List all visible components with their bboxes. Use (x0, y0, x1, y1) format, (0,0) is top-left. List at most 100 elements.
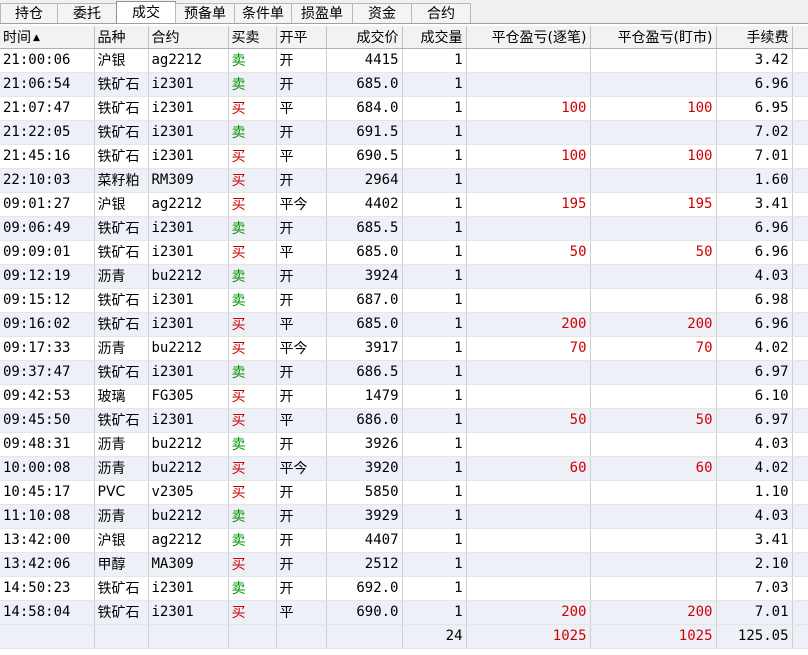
cell-qty: 1 (402, 168, 467, 193)
cell-time: 21:07:47 (0, 96, 95, 121)
cell-contract: i2301 (148, 312, 229, 337)
col-header-open-close[interactable]: 开平 (276, 26, 327, 49)
table-row[interactable]: 09:06:49 铁矿石 i2301 卖开 685.5 1 6.96 (0, 216, 808, 241)
table-row[interactable]: 21:00:06 沪银 ag2212 卖开 4415 1 3.42 (0, 48, 808, 73)
table-row[interactable]: 10:45:17 PVC v2305 买开 5850 1 1.10 (0, 480, 808, 505)
table-row[interactable]: 11:10:08 沥青 bu2212 卖开 3929 1 4.03 (0, 504, 808, 529)
col-header-time[interactable]: 时间 ▲ (0, 26, 95, 49)
cell-pnl-mtm: 60 (590, 456, 717, 481)
table-row[interactable]: 09:16:02 铁矿石 i2301 买平 685.0 1 200 200 6.96 (0, 312, 808, 337)
table-row[interactable]: 21:45:16 铁矿石 i2301 买平 690.5 1 100 100 7.01 (0, 144, 808, 169)
table-row[interactable]: 09:42:53 玻璃 FG305 买开 1479 1 6.10 (0, 384, 808, 409)
cell-side: 买 (228, 552, 277, 577)
cell-spacer (792, 288, 808, 313)
tab-3[interactable]: 预备单 (175, 3, 235, 23)
table-row[interactable]: 09:37:47 铁矿石 i2301 卖开 686.5 1 6.97 (0, 360, 808, 385)
cell-open-close: 平 (276, 240, 327, 265)
cell-qty: 1 (402, 96, 467, 121)
cell-side: 卖 (228, 120, 277, 145)
cell-time: 09:16:02 (0, 312, 95, 337)
cell-contract: bu2212 (148, 336, 229, 361)
cell-pnl-trade (466, 48, 591, 73)
col-header-qty[interactable]: 成交量 (402, 26, 467, 49)
cell-fee: 6.96 (716, 216, 793, 241)
table-row[interactable]: 09:15:12 铁矿石 i2301 卖开 687.0 1 6.98 (0, 288, 808, 313)
cell-spacer (792, 336, 808, 361)
table-row[interactable]: 09:45:50 铁矿石 i2301 买平 686.0 1 50 50 6.97 (0, 408, 808, 433)
table-row[interactable]: 10:00:08 沥青 bu2212 买平今 3920 1 60 60 4.02 (0, 456, 808, 481)
table-row[interactable]: 21:06:54 铁矿石 i2301 卖开 685.0 1 6.96 (0, 72, 808, 97)
cell-price: 686.0 (326, 408, 403, 433)
cell-price: 1479 (326, 384, 403, 409)
table-row[interactable]: 21:22:05 铁矿石 i2301 卖开 691.5 1 7.02 (0, 120, 808, 145)
cell-variety: 沥青 (94, 336, 149, 361)
tab-0[interactable]: 持仓 (0, 3, 58, 23)
cell-pnl-trade: 100 (466, 96, 591, 121)
table-row[interactable]: 09:12:19 沥青 bu2212 卖开 3924 1 4.03 (0, 264, 808, 289)
table-row[interactable]: 09:09:01 铁矿石 i2301 买平 685.0 1 50 50 6.96 (0, 240, 808, 265)
cell-variety: 铁矿石 (94, 408, 149, 433)
tab-1[interactable]: 委托 (57, 3, 117, 23)
cell-fee: 7.01 (716, 600, 793, 625)
cell-pnl-mtm: 100 (590, 96, 717, 121)
cell-contract: ag2212 (148, 528, 229, 553)
table-row[interactable]: 21:07:47 铁矿石 i2301 买平 684.0 1 100 100 6.95 (0, 96, 808, 121)
table-row[interactable]: 14:58:04 铁矿石 i2301 买平 690.0 1 200 200 7.01 (0, 600, 808, 625)
cell-contract: bu2212 (148, 504, 229, 529)
cell-time: 09:06:49 (0, 216, 95, 241)
cell-pnl-trade (466, 528, 591, 553)
col-header-pnl-mtm[interactable]: 平仓盈亏(盯市) (590, 26, 717, 49)
cell-price: 2512 (326, 552, 403, 577)
cell-fee: 7.02 (716, 120, 793, 145)
cell-side: 卖 (228, 528, 277, 553)
cell-open-close: 平 (276, 408, 327, 433)
cell-variety: 铁矿石 (94, 288, 149, 313)
cell-contract: bu2212 (148, 456, 229, 481)
tab-6[interactable]: 资金 (352, 3, 412, 23)
tab-2[interactable]: 成交 (116, 1, 176, 23)
table-row[interactable]: 09:01:27 沪银 ag2212 买平今 4402 1 195 195 3.41 (0, 192, 808, 217)
tab-7[interactable]: 合约 (411, 3, 471, 23)
cell-qty: 1 (402, 432, 467, 457)
cell-spacer (792, 600, 808, 625)
table-row[interactable]: 14:50:23 铁矿石 i2301 卖开 692.0 1 7.03 (0, 576, 808, 601)
col-header-variety[interactable]: 品种 (94, 26, 149, 49)
cell-price: 3917 (326, 336, 403, 361)
total-qty: 24 (402, 623, 467, 649)
cell-pnl-trade: 60 (466, 456, 591, 481)
cell-variety: 铁矿石 (94, 240, 149, 265)
cell-spacer (792, 48, 808, 73)
cell-pnl-trade: 50 (466, 240, 591, 265)
cell-time: 14:58:04 (0, 600, 95, 625)
table-row[interactable]: 13:42:00 沪银 ag2212 卖开 4407 1 3.41 (0, 528, 808, 553)
cell-pnl-trade (466, 432, 591, 457)
cell-side: 买 (228, 336, 277, 361)
cell-price: 4415 (326, 48, 403, 73)
cell-open-close: 开 (276, 552, 327, 577)
cell-variety: 甲醇 (94, 552, 149, 577)
tab-4[interactable]: 条件单 (234, 3, 292, 23)
cell-price: 5850 (326, 480, 403, 505)
cell-contract: FG305 (148, 384, 229, 409)
cell-side: 买 (228, 600, 277, 625)
cell-fee: 4.02 (716, 336, 793, 361)
col-header-contract[interactable]: 合约 (148, 26, 229, 49)
cell-time: 09:48:31 (0, 432, 95, 457)
cell-time: 09:37:47 (0, 360, 95, 385)
col-header-price[interactable]: 成交价 (326, 26, 403, 49)
table-row[interactable]: 13:42:06 甲醇 MA309 买开 2512 1 2.10 (0, 552, 808, 577)
cell-time: 09:01:27 (0, 192, 95, 217)
cell-side: 卖 (228, 432, 277, 457)
col-header-pnl-trade[interactable]: 平仓盈亏(逐笔) (466, 26, 591, 49)
col-header-side[interactable]: 买卖 (228, 26, 277, 49)
cell-fee: 4.03 (716, 504, 793, 529)
cell-pnl-mtm (590, 480, 717, 505)
table-row[interactable]: 09:48:31 沥青 bu2212 卖开 3926 1 4.03 (0, 432, 808, 457)
cell-qty: 1 (402, 288, 467, 313)
table-row[interactable]: 22:10:03 菜籽粕 RM309 买开 2964 1 1.60 (0, 168, 808, 193)
cell-pnl-trade (466, 216, 591, 241)
table-row[interactable]: 09:17:33 沥青 bu2212 买平今 3917 1 70 70 4.02 (0, 336, 808, 361)
cell-side: 卖 (228, 264, 277, 289)
col-header-fee[interactable]: 手续费 (716, 26, 793, 49)
tab-5[interactable]: 损盈单 (291, 3, 353, 23)
